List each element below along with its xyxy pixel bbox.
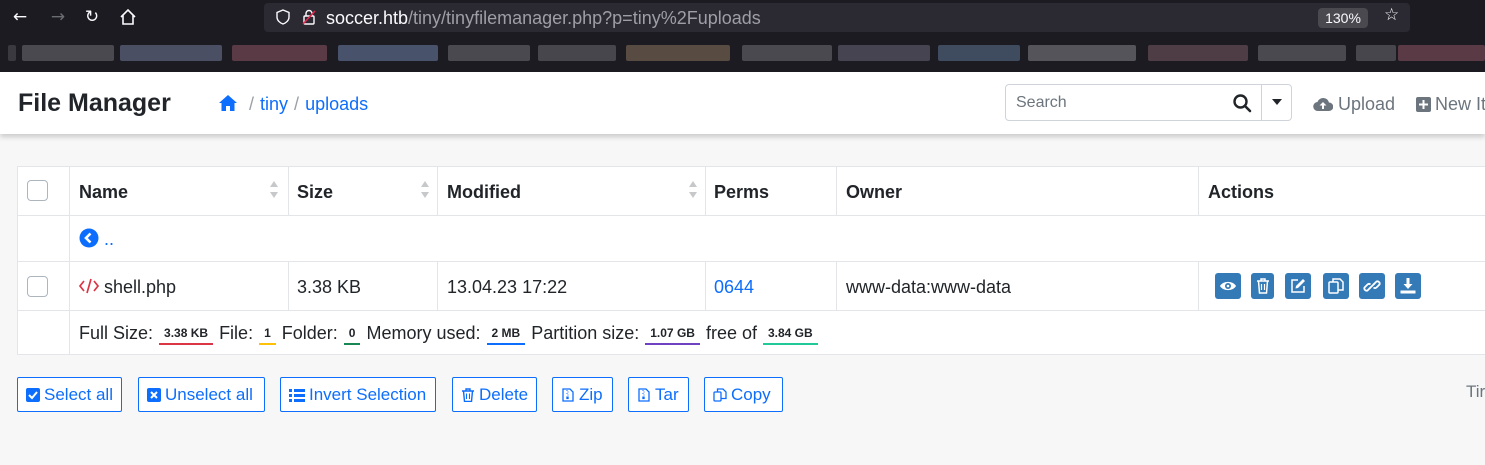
copy-file-button[interactable] [1323, 273, 1349, 299]
app-navbar: File Manager /tiny/uploads Upload New It [0, 72, 1485, 134]
partition-badge: 1.07 GB [645, 324, 700, 345]
url-bar[interactable]: soccer.htb/tiny/tinyfilemanager.php?p=ti… [264, 3, 1410, 32]
file-actions [1199, 262, 1485, 310]
breadcrumb-home[interactable] [218, 94, 243, 114]
copy-selected-button[interactable]: Copy [704, 377, 783, 412]
search-options-dropdown[interactable] [1261, 85, 1292, 120]
zip-button[interactable]: Zip [552, 377, 613, 412]
breadcrumb-uploads[interactable]: uploads [305, 94, 368, 114]
column-actions: Actions [1208, 182, 1275, 202]
copy-icon [713, 388, 727, 402]
sort-icon [421, 181, 430, 201]
breadcrumb-tiny[interactable]: tiny [260, 94, 288, 114]
home-icon [219, 95, 237, 111]
file-archive-icon [562, 388, 574, 402]
eye-icon [1220, 281, 1236, 291]
free-badge: 3.84 GB [762, 324, 818, 345]
direct-link-button[interactable] [1359, 273, 1385, 299]
invert-selection-button[interactable]: Invert Selection [280, 377, 436, 412]
column-name[interactable]: Name [70, 167, 289, 215]
file-modified: 13.04.23 17:22 [447, 277, 568, 297]
insecure-lock-icon[interactable] [300, 8, 318, 26]
file-table: Name Size Modified Perms Owner Actions .… [17, 166, 1485, 355]
file-name-link[interactable]: shell.php [104, 277, 176, 298]
file-owner: www-data:www-data [846, 277, 1012, 297]
delete-button[interactable] [1251, 273, 1274, 299]
check-square-icon [26, 388, 40, 402]
file-size: 3.38 KB [297, 277, 362, 297]
edit-icon [1291, 279, 1305, 293]
stats-row: Full Size: 3.38 KB File: 1 Folder: 0 Memory us… [18, 311, 1485, 355]
list-icon [289, 389, 305, 402]
reload-icon[interactable]: ↻ [80, 6, 104, 28]
parent-directory-link[interactable]: .. [104, 229, 114, 250]
column-modified[interactable]: Modified [438, 167, 706, 215]
link-icon [1363, 280, 1381, 292]
home-icon[interactable] [116, 6, 140, 28]
file-archive-icon [638, 388, 650, 402]
select-all-button[interactable]: Select all [17, 377, 122, 412]
sort-icon [270, 181, 279, 201]
upload-link[interactable]: Upload [1313, 94, 1395, 115]
plus-square-icon [1416, 97, 1431, 112]
caret-down-icon [1272, 99, 1282, 105]
table-row: shell.php 3.38 KB 13.04.23 17:22 0644 ww… [18, 262, 1485, 311]
search-input[interactable] [1006, 85, 1262, 120]
back-icon[interactable]: ← [8, 6, 32, 28]
view-button[interactable] [1215, 273, 1241, 299]
file-count-badge: 1 [259, 324, 276, 345]
unselect-all-button[interactable]: Unselect all [138, 377, 265, 412]
tar-button[interactable]: Tar [628, 377, 689, 412]
full-size-badge: 3.38 KB [159, 324, 214, 345]
cloud-upload-icon [1313, 97, 1333, 112]
delete-selected-button[interactable]: Delete [452, 377, 537, 412]
download-button[interactable] [1395, 273, 1421, 299]
download-icon [1400, 278, 1416, 294]
bookmark-star-icon[interactable]: ☆ [1384, 5, 1399, 25]
column-perms: Perms [706, 167, 837, 215]
zoom-indicator[interactable]: 130% [1318, 8, 1368, 28]
breadcrumb: / tiny / uploads [218, 94, 368, 115]
url-text[interactable]: soccer.htb/tiny/tinyfilemanager.php?p=ti… [326, 8, 761, 29]
x-square-icon [147, 388, 161, 402]
file-perms-link[interactable]: 0644 [714, 277, 754, 298]
sort-icon [689, 181, 698, 201]
select-all-checkbox[interactable] [27, 180, 48, 201]
code-file-icon [79, 278, 99, 294]
parent-directory-row: .. [18, 216, 1485, 262]
browser-chrome: ← → ↻ soccer.htb/tiny/tinyfilemanager.ph… [0, 0, 1485, 72]
chevron-left-circle-icon[interactable] [79, 228, 99, 248]
file-checkbox[interactable] [27, 276, 48, 297]
forward-icon[interactable]: → [46, 6, 70, 28]
search-icon[interactable] [1232, 93, 1252, 113]
folder-count-badge: 0 [343, 324, 361, 345]
footer-text: Tir [1466, 382, 1485, 401]
trash-icon [1257, 278, 1269, 294]
page-title: File Manager [18, 89, 171, 117]
column-owner: Owner [837, 167, 1199, 215]
copy-icon [1328, 278, 1344, 294]
stats-summary: Full Size: 3.38 KB File: 1 Folder: 0 Memory us… [79, 323, 824, 345]
search-box [1005, 84, 1292, 121]
bookmarks-toolbar [0, 40, 1485, 68]
shield-icon[interactable] [274, 8, 292, 26]
memory-badge: 2 MB [486, 324, 526, 345]
trash-icon [462, 388, 474, 402]
edit-button[interactable] [1285, 273, 1311, 299]
column-size[interactable]: Size [289, 167, 438, 215]
new-item-link[interactable]: New It [1416, 94, 1485, 115]
table-header: Name Size Modified Perms Owner Actions [18, 167, 1485, 216]
